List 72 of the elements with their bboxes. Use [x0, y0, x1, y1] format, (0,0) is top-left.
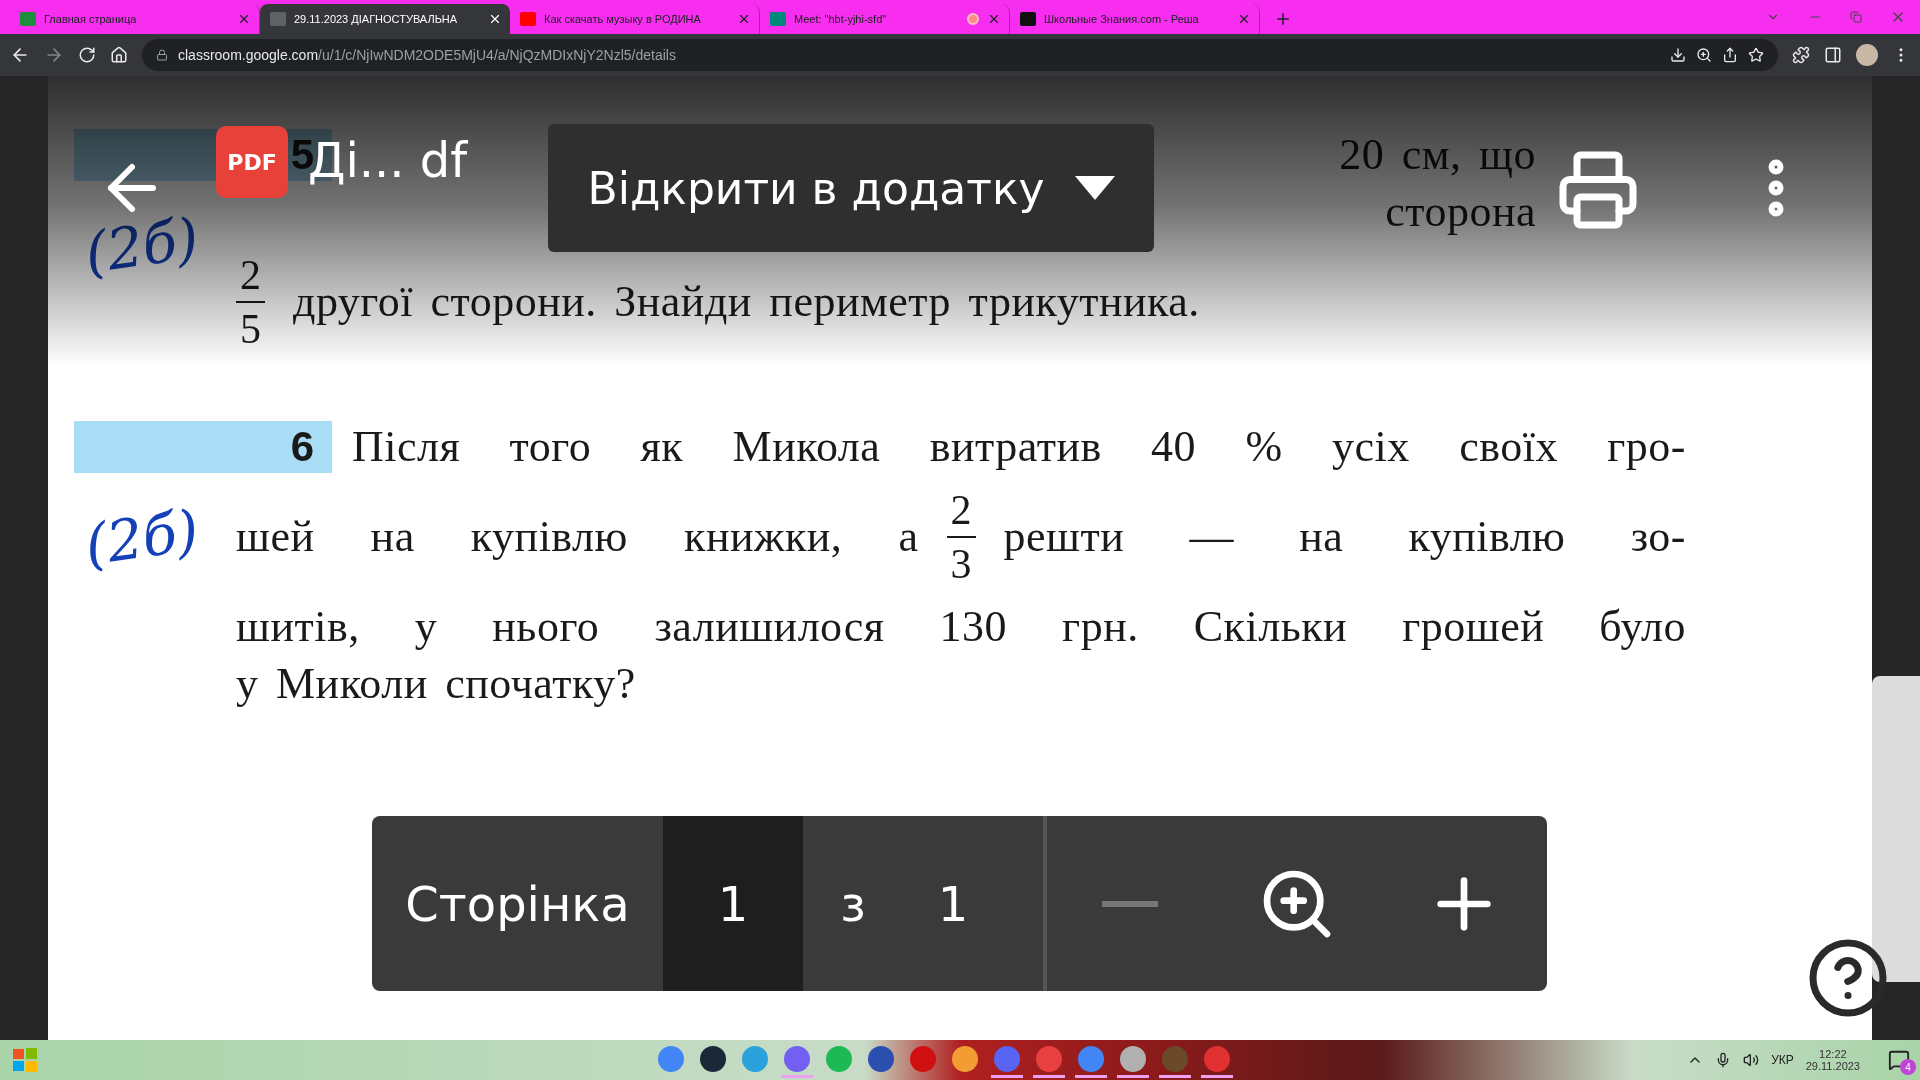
tab-title: Как скачать музыку в РОДИНА: [544, 13, 702, 25]
problem-text: у Миколи спочатку?: [236, 658, 636, 709]
side-panel-icon[interactable]: [1824, 46, 1842, 64]
tab-title: Meet: "hbt-yjhi-sfd": [794, 13, 888, 25]
address-field[interactable]: classroom.google.com/u/1/c/NjIwNDM2ODE5MjU4/a/NjQzMDIxNjY2Nzl5/details: [142, 39, 1778, 71]
app-icon: [657, 1045, 684, 1072]
page-label: Сторінка: [404, 874, 631, 934]
app-icon: [783, 1045, 810, 1072]
app-icon: [1035, 1045, 1062, 1072]
app-icon: [825, 1045, 852, 1072]
handwritten-score: (2б): [81, 497, 203, 578]
clock-time: 12:22: [1819, 1048, 1847, 1060]
caret-icon: [1074, 176, 1115, 200]
app-icon: [867, 1045, 894, 1072]
lock-icon: [156, 49, 168, 61]
problem-text: шей на купівлю книжки, а: [236, 511, 919, 562]
tab-title: Школьные Знания.com - Реша: [1044, 13, 1200, 25]
problem-text: 20 см, що: [1339, 129, 1536, 180]
file-type-icon: PDF: [216, 126, 288, 198]
restore-icon[interactable]: [1850, 11, 1862, 23]
minus-icon: [1102, 900, 1159, 907]
favicon-icon: [520, 12, 536, 26]
open-in-app-button[interactable]: Відкрити в додатку: [548, 124, 1154, 252]
fraction: 2 3: [946, 475, 976, 598]
tab-title: 29.11.2023 ДІАГНОСТУВАЛЬНА: [294, 13, 459, 25]
volume-icon[interactable]: [1743, 1052, 1760, 1068]
home-icon[interactable]: [110, 46, 128, 64]
scrollbar-thumb[interactable]: [1872, 676, 1920, 982]
favicon-icon: [270, 12, 286, 26]
app-icon: [741, 1045, 768, 1072]
close-tab-icon[interactable]: [987, 12, 1001, 26]
notification-count: 4: [1900, 1059, 1916, 1075]
extensions-icon[interactable]: [1792, 46, 1810, 64]
share-icon[interactable]: [1722, 47, 1738, 63]
reload-icon[interactable]: [78, 46, 96, 64]
app-icon: [1077, 1045, 1104, 1072]
problem-text: решти — на купівлю зо-: [1003, 511, 1686, 562]
app-icon: [1161, 1045, 1188, 1072]
favicon-icon: [770, 12, 786, 26]
tab-title: Главная страница: [44, 13, 138, 25]
page-total: 1: [936, 874, 970, 934]
start-button[interactable]: [10, 1045, 40, 1075]
close-tab-icon[interactable]: [237, 12, 251, 26]
app-icon: [951, 1045, 978, 1072]
problem-text: Після того як Микола витратив 40 % усіх своїх гро-: [352, 421, 1686, 472]
browser-tab[interactable]: 29.11.2023 ДІАГНОСТУВАЛЬНА: [260, 4, 510, 34]
problem-text: сторона: [1385, 186, 1536, 237]
clock-date: 29.11.2023: [1805, 1060, 1860, 1072]
fraction: 2 5: [236, 240, 265, 363]
profile-avatar[interactable]: [1856, 44, 1878, 66]
page-number-field[interactable]: 1: [663, 816, 803, 991]
language-indicator[interactable]: УКР: [1771, 1053, 1794, 1067]
app-icon: [993, 1045, 1020, 1072]
app-icon: [1203, 1045, 1230, 1072]
favicon-icon: [1020, 12, 1036, 26]
problem-text: другої сторони. Знайди периметр трикутника.: [293, 276, 1200, 327]
install-icon[interactable]: [1670, 47, 1686, 63]
page-separator: з: [839, 874, 867, 934]
zoom-icon[interactable]: [1696, 47, 1712, 63]
url-text: classroom.google.com/u/1/c/NjIwNDM2ODE5MjU4/a/NjQzMDIxNjY2Nzl5/details: [178, 47, 677, 63]
problem-text: шитів, у нього залишилося 130 грн. Скільки грошей було: [236, 601, 1686, 652]
close-tab-icon[interactable]: [737, 12, 751, 26]
new-tab-icon[interactable]: [1274, 10, 1292, 28]
problem-number: 6: [74, 420, 332, 473]
handwritten-score: (2б): [81, 205, 203, 286]
bookmark-star-icon[interactable]: [1748, 47, 1764, 63]
close-tab-icon[interactable]: [488, 12, 502, 26]
favicon-icon: [20, 12, 36, 26]
close-tab-icon[interactable]: [1237, 12, 1251, 26]
app-icon: [1119, 1045, 1146, 1072]
app-icon: [909, 1045, 936, 1072]
app-icon: [699, 1045, 726, 1072]
